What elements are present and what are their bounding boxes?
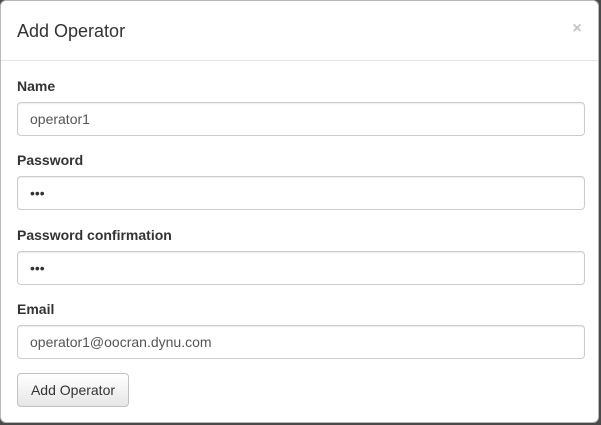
password-confirmation-group: Password confirmation ••• — [17, 227, 585, 285]
password-group: Password ••• — [17, 152, 585, 210]
email-label: Email — [17, 301, 55, 317]
dialog-title: Add Operator — [17, 21, 126, 41]
name-field[interactable]: operator1 — [17, 102, 585, 136]
email-field[interactable]: operator1@oocran.dynu.com — [17, 325, 585, 359]
password-confirmation-label: Password confirmation — [17, 227, 172, 243]
add-operator-button[interactable]: Add Operator — [17, 373, 129, 407]
dialog-header: Add Operator × — [1, 1, 598, 61]
name-group: Name operator1 — [17, 78, 585, 136]
password-confirmation-field[interactable]: ••• — [17, 251, 585, 285]
password-label: Password — [17, 152, 84, 168]
close-icon[interactable]: × — [570, 20, 584, 38]
email-group: Email operator1@oocran.dynu.com — [17, 301, 585, 359]
name-label: Name — [17, 78, 56, 94]
add-operator-dialog: Add Operator × Name operator1 Password •… — [0, 0, 599, 423]
password-field[interactable]: ••• — [17, 176, 585, 210]
